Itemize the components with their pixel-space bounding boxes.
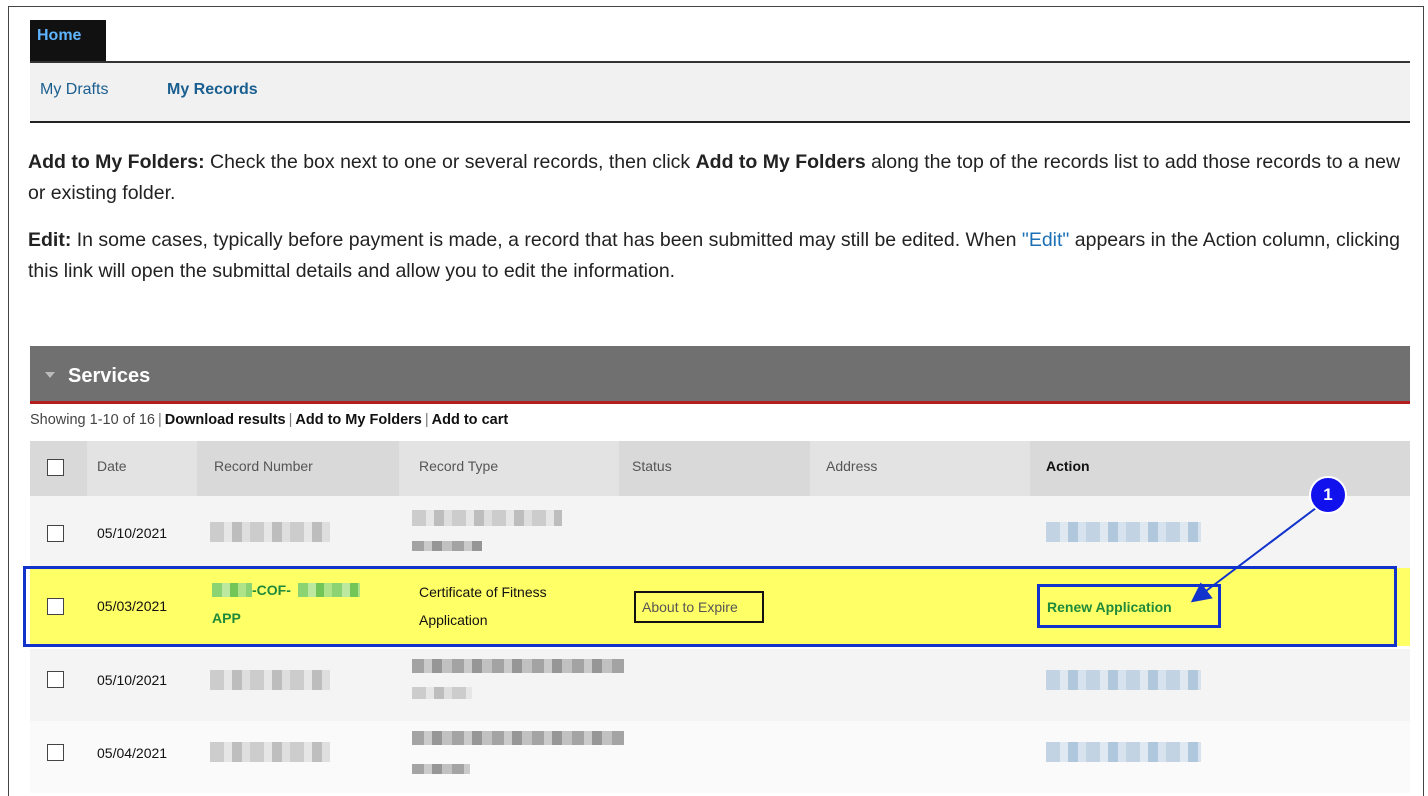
row-checkbox[interactable] — [47, 671, 64, 688]
my-records-link[interactable]: My Records — [167, 81, 258, 99]
header-date[interactable]: Date — [97, 458, 127, 474]
row-checkbox[interactable] — [47, 525, 64, 542]
callout-number-badge: 1 — [1309, 476, 1347, 514]
redacted-record-type — [412, 541, 482, 551]
row-date: 05/10/2021 — [97, 525, 168, 541]
add-to-folders-help: Add to My Folders: Check the box next to… — [28, 151, 1401, 204]
highlight-frame — [23, 566, 1397, 647]
edit-help: Edit: In some cases, typically before pa… — [28, 229, 1400, 282]
services-panel-header[interactable] — [30, 346, 1410, 404]
header-record-type[interactable]: Record Type — [419, 458, 498, 474]
header-record-number[interactable]: Record Number — [214, 458, 313, 474]
redacted-record-type — [412, 510, 562, 526]
redacted-record-number[interactable] — [210, 670, 330, 690]
download-results-link[interactable]: Download results — [165, 412, 286, 428]
redacted-record-number[interactable] — [210, 522, 330, 542]
header-address[interactable]: Address — [826, 458, 877, 474]
redacted-record-type — [412, 731, 624, 745]
edit-link[interactable]: "Edit" — [1022, 229, 1069, 251]
header-status[interactable]: Status — [632, 458, 672, 474]
header-action: Action — [1046, 458, 1090, 474]
select-all-checkbox[interactable] — [47, 459, 64, 476]
add-folders-label: Add to My Folders: — [28, 151, 205, 173]
redacted-action-link[interactable] — [1046, 522, 1201, 542]
row-date: 05/10/2021 — [97, 672, 168, 688]
redacted-record-type — [412, 659, 624, 673]
redacted-record-type — [412, 687, 472, 699]
row-checkbox[interactable] — [47, 744, 64, 761]
row-date: 05/04/2021 — [97, 745, 168, 761]
my-drafts-link[interactable]: My Drafts — [40, 81, 108, 99]
add-to-my-folders-link[interactable]: Add to My Folders — [295, 412, 421, 428]
redacted-action-link[interactable] — [1046, 742, 1201, 762]
add-to-cart-link[interactable]: Add to cart — [432, 412, 509, 428]
redacted-record-number[interactable] — [210, 742, 330, 762]
redacted-action-link[interactable] — [1046, 670, 1201, 690]
services-title: Services — [68, 365, 151, 387]
results-bar: Showing 1-10 of 16 | Download results | Add … — [30, 412, 509, 428]
results-count: Showing 1-10 of 16 — [30, 412, 155, 428]
edit-label: Edit: — [28, 229, 72, 251]
redacted-record-type — [412, 764, 470, 774]
collapse-arrow-icon[interactable] — [45, 372, 55, 378]
home-tab[interactable]: Home — [30, 20, 106, 69]
